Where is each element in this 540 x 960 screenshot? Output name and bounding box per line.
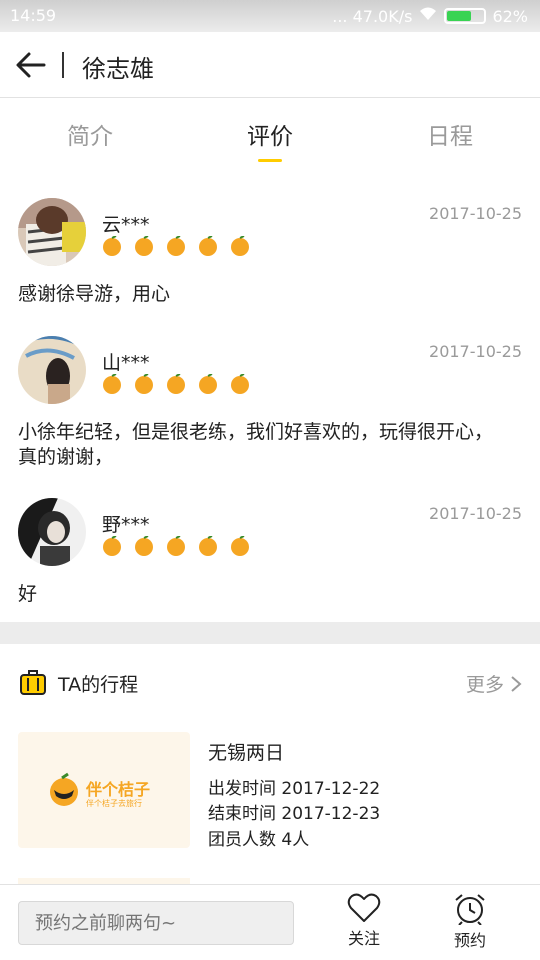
header: 徐志雄 xyxy=(0,32,540,98)
trip-cover[interactable]: 伴个桔子 伴个桔子去旅行 xyxy=(18,732,190,848)
trip-members: 团员人数 4人 xyxy=(208,830,310,850)
tab-schedule[interactable]: 日程 xyxy=(360,98,540,166)
orange-star-icon xyxy=(102,373,122,394)
review-date: 2017-10-25 xyxy=(429,204,522,223)
bottom-bar: 关注 预约 xyxy=(0,884,540,960)
orange-star-icon xyxy=(166,235,186,256)
suitcase-icon xyxy=(19,668,47,696)
orange-star-icon xyxy=(102,535,122,556)
tab-reviews[interactable]: 评价 xyxy=(180,98,360,166)
orange-star-icon xyxy=(102,235,122,256)
network-speed: ... 47.0K/s xyxy=(332,6,413,26)
trip-name[interactable]: 无锡两日 xyxy=(208,738,284,765)
rating-stars xyxy=(102,235,250,256)
tab-intro[interactable]: 简介 xyxy=(0,98,180,166)
header-divider xyxy=(62,52,64,78)
more-label: 更多 xyxy=(465,674,504,696)
review-date: 2017-10-25 xyxy=(429,504,522,523)
avatar[interactable] xyxy=(18,198,86,266)
chevron-right-icon xyxy=(510,674,522,696)
status-indicators: ... 47.0K/s 62% xyxy=(332,6,528,26)
heart-icon xyxy=(334,893,394,923)
orange-star-icon xyxy=(134,535,154,556)
wifi-icon xyxy=(418,6,438,26)
orange-star-icon xyxy=(134,373,154,394)
section-divider xyxy=(0,622,540,644)
reviewer-name: 云*** xyxy=(102,214,150,236)
orange-star-icon xyxy=(230,235,250,256)
tab-bar: 简介 评价 日程 xyxy=(0,98,540,166)
trip-start: 出发时间 2017-12-22 xyxy=(208,779,381,799)
book-label: 预约 xyxy=(453,931,486,950)
battery-icon xyxy=(444,8,487,24)
review-text: 感谢徐导游，用心 xyxy=(18,283,171,305)
more-link[interactable]: 更多 xyxy=(466,670,522,697)
orange-star-icon xyxy=(134,235,154,256)
reviewer-name: 山*** xyxy=(102,352,150,374)
avatar[interactable] xyxy=(18,498,86,566)
chat-input[interactable] xyxy=(18,901,294,945)
orange-star-icon xyxy=(166,373,186,394)
orange-star-icon xyxy=(198,373,218,394)
orange-star-icon xyxy=(198,535,218,556)
book-button[interactable]: 预约 xyxy=(440,893,500,951)
trip-end: 结束时间 2017-12-23 xyxy=(208,804,381,824)
itinerary-header: TA的行程 更多 xyxy=(0,660,540,704)
alarm-clock-icon xyxy=(440,893,500,925)
orange-star-icon xyxy=(230,535,250,556)
reviewer-name: 野*** xyxy=(102,514,150,536)
review-text: 好 xyxy=(18,583,38,605)
orange-star-icon xyxy=(198,235,218,256)
page-title: 徐志雄 xyxy=(82,55,154,83)
brand-logo: 伴个桔子 伴个桔子去旅行 xyxy=(48,770,168,814)
rating-stars xyxy=(102,373,250,394)
avatar[interactable] xyxy=(18,336,86,404)
rating-stars xyxy=(102,535,250,556)
orange-star-icon xyxy=(230,373,250,394)
back-arrow-icon[interactable] xyxy=(14,48,48,82)
review-date: 2017-10-25 xyxy=(429,342,522,361)
orange-star-icon xyxy=(166,535,186,556)
review-text: 小徐年纪轻，但是很老练，我们好喜欢的，玩得很开心，真的谢谢， xyxy=(18,421,494,468)
follow-label: 关注 xyxy=(347,929,380,948)
battery-level: 62% xyxy=(492,6,528,26)
brand-logo-subtext: 伴个桔子去旅行 xyxy=(86,799,142,808)
brand-logo-text: 伴个桔子 xyxy=(86,780,151,799)
itinerary-title: TA的行程 xyxy=(58,674,139,696)
status-time: 14:59 xyxy=(10,6,57,25)
status-bar: 14:59 ... 47.0K/s 62% xyxy=(0,0,540,32)
follow-button[interactable]: 关注 xyxy=(334,893,394,949)
